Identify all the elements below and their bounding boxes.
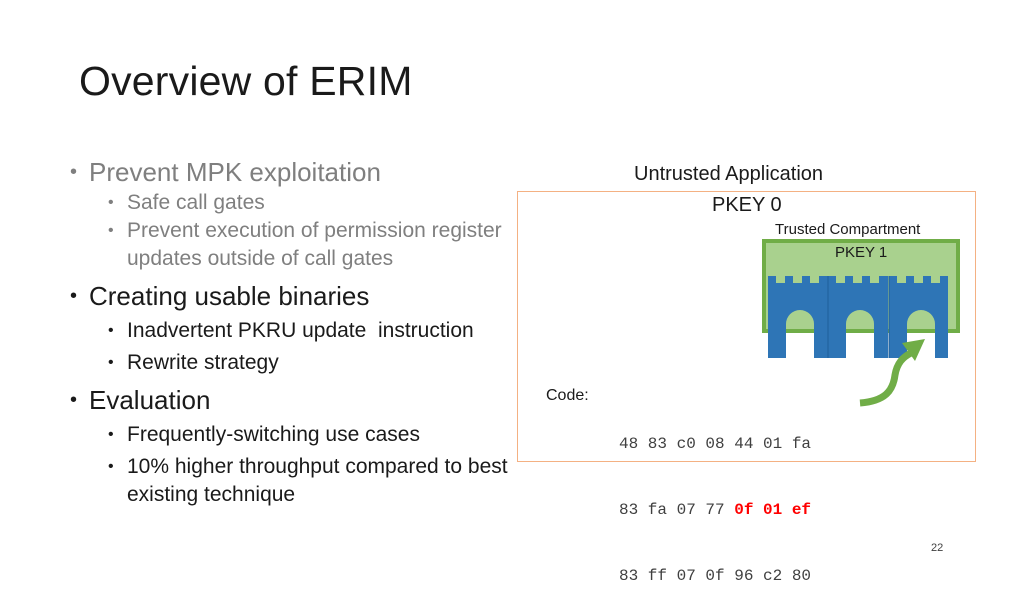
code-line-2: 83 fa 07 77 0f 01 ef: [619, 501, 812, 519]
code-label: Code:: [546, 387, 589, 404]
bullet-prevent-mpk: Prevent MPK exploitation: [70, 155, 530, 189]
wrpkru-bytes: 0f 01 ef: [734, 501, 812, 519]
gate-1: [768, 276, 828, 358]
sub-bullet-pkru-update: Inadvertent PKRU update instruction: [70, 317, 530, 345]
bullet-evaluation: Evaluation: [70, 383, 530, 417]
page-number: 22: [931, 542, 944, 554]
untrusted-application-label: Untrusted Application: [634, 163, 824, 185]
code-line-1: 48 83 c0 08 44 01 fa: [619, 435, 812, 453]
code-line-3: 83 ff 07 0f 96 c2 80: [619, 567, 812, 585]
sub-bullet-prevent-execution: Prevent execution of permission register…: [70, 217, 527, 273]
pkey1-label: PKEY 1: [835, 244, 888, 261]
pkey0-label: PKEY 0: [712, 194, 782, 216]
trusted-compartment-label: Trusted Compartment: [775, 221, 921, 238]
code-bytes: 48 83 c0 08 44 01 fa 83 fa 07 77 0f 01 e…: [619, 389, 811, 609]
sub-bullet-throughput: 10% higher throughput compared to best e…: [70, 453, 527, 509]
sub-bullet-safe-call-gates: Safe call gates: [70, 189, 530, 217]
bullet-list: Prevent MPK exploitation Safe call gates…: [70, 155, 530, 509]
curved-arrow-icon: [859, 339, 925, 407]
slide-title: Overview of ERIM: [79, 58, 413, 104]
bullet-creating-binaries: Creating usable binaries: [70, 279, 530, 313]
sub-bullet-rewrite-strategy: Rewrite strategy: [70, 349, 530, 377]
sub-bullet-frequently-switching: Frequently-switching use cases: [70, 421, 530, 449]
